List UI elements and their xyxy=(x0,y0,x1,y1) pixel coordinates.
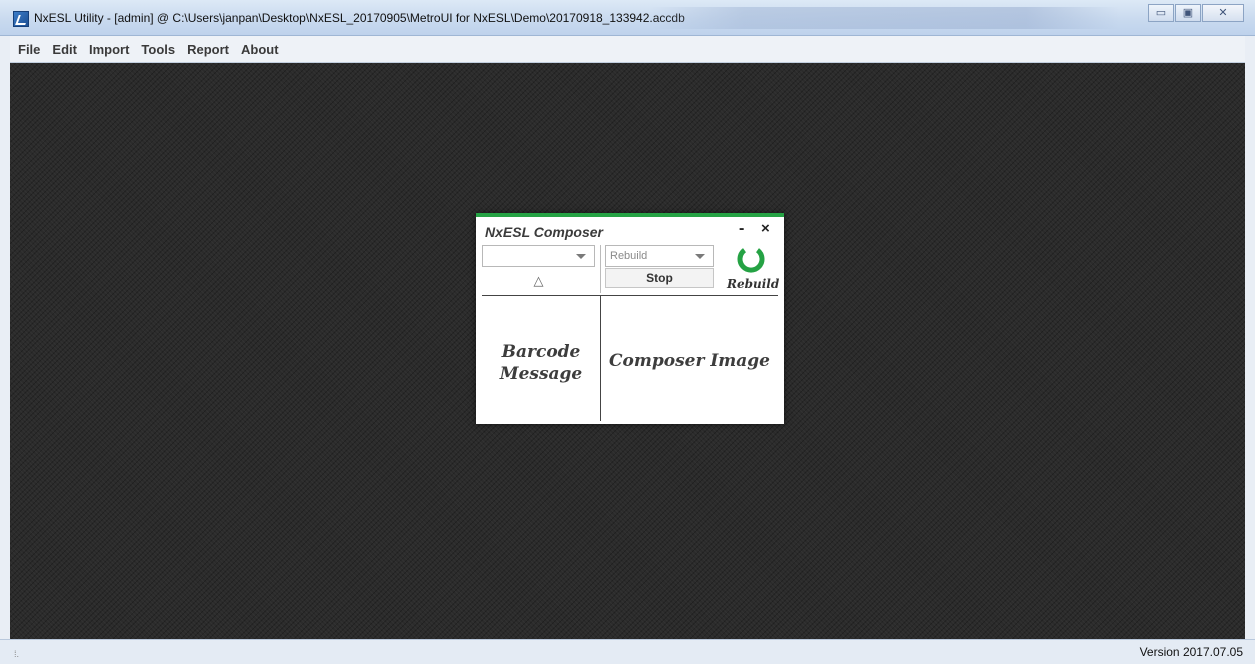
mode-select-value: Rebuild xyxy=(610,250,648,262)
window-title: NxESL Utility - [admin] @ C:\Users\janpa… xyxy=(34,11,685,25)
sort-toggle-button[interactable]: △ xyxy=(482,270,595,292)
maximize-button[interactable]: ▣ xyxy=(1175,4,1201,22)
rebuild-button[interactable]: Rebuild xyxy=(723,243,781,295)
composer-window: NxESL Composer - × Rebuild △ Stop Rebuil… xyxy=(476,213,784,424)
chevron-down-icon xyxy=(695,254,705,259)
minimize-button[interactable]: ▭ xyxy=(1148,4,1174,22)
stop-button[interactable]: Stop xyxy=(605,268,714,288)
menu-edit[interactable]: Edit xyxy=(52,40,77,59)
refresh-icon xyxy=(737,248,765,273)
taskbar-blur-overlay xyxy=(650,7,1120,29)
composer-image-pane: Composer Image xyxy=(608,351,770,371)
window-controls: ▭ ▣ ✕ xyxy=(1147,4,1244,22)
template-select[interactable] xyxy=(482,245,595,267)
resize-grip[interactable]: ⁞. xyxy=(14,649,19,659)
menu-about[interactable]: About xyxy=(241,40,279,59)
barcode-message-pane: Barcode Message xyxy=(482,341,600,385)
barcode-message-line1: Barcode xyxy=(501,342,581,362)
status-bar: ⁞. Version 2017.07.05 xyxy=(0,639,1255,664)
mode-select[interactable]: Rebuild xyxy=(605,245,714,267)
composer-close-button[interactable]: × xyxy=(761,220,770,237)
menu-import[interactable]: Import xyxy=(89,40,129,59)
version-label: Version 2017.07.05 xyxy=(1139,645,1243,659)
menu-bar: File Edit Import Tools Report About xyxy=(10,36,1245,63)
composer-title: NxESL Composer xyxy=(485,224,603,240)
chevron-down-icon xyxy=(576,254,586,259)
app-icon xyxy=(13,11,29,27)
rebuild-label: Rebuild xyxy=(727,277,780,291)
menu-report[interactable]: Report xyxy=(187,40,229,59)
menu-file[interactable]: File xyxy=(18,40,40,59)
pane-divider-horizontal xyxy=(482,295,778,296)
composer-minimize-button[interactable]: - xyxy=(739,220,744,238)
menu-tools[interactable]: Tools xyxy=(141,40,175,59)
title-bar: NxESL Utility - [admin] @ C:\Users\janpa… xyxy=(0,0,1255,36)
toolbar-divider xyxy=(600,245,601,293)
barcode-message-line2: Message xyxy=(499,364,583,384)
close-button[interactable]: ✕ xyxy=(1202,4,1244,22)
